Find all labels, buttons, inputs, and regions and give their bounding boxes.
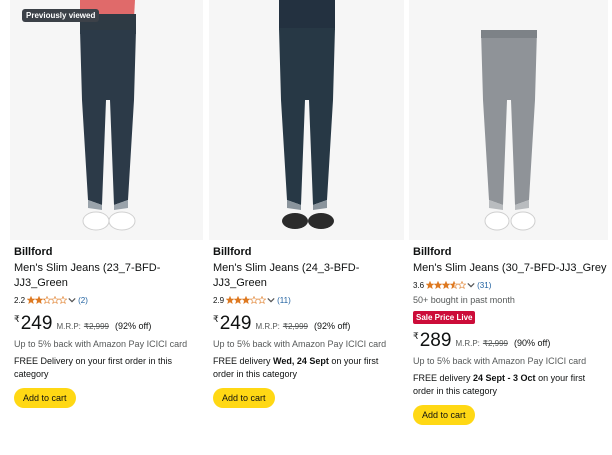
star-rating bbox=[27, 296, 68, 304]
star-icon bbox=[458, 281, 467, 289]
bought-count: 50+ bought in past month bbox=[413, 295, 515, 305]
delivery-date: Wed, 24 Sept bbox=[273, 356, 329, 366]
add-to-cart-button[interactable]: Add to cart bbox=[213, 388, 275, 408]
currency-symbol: ₹ bbox=[14, 314, 20, 324]
mrp-label: M.R.P: bbox=[455, 339, 480, 348]
currency-symbol: ₹ bbox=[213, 314, 219, 324]
star-icon bbox=[426, 281, 435, 289]
delivery-prefix: FREE delivery bbox=[213, 356, 274, 366]
star-icon bbox=[234, 296, 243, 304]
chevron-down-icon[interactable] bbox=[467, 281, 475, 289]
delivery-text: FREE Delivery on your first order in thi… bbox=[14, 355, 189, 381]
product-title[interactable]: Men's Slim Jeans (23_7-BFD- JJ3_Green bbox=[14, 261, 205, 291]
product-image[interactable]: Previously viewed bbox=[10, 0, 203, 240]
mrp-label: M.R.P: bbox=[56, 322, 81, 331]
star-icon bbox=[59, 296, 68, 304]
mrp-value: ₹2,999 bbox=[482, 339, 508, 348]
jeans-image bbox=[10, 0, 203, 240]
star-rating bbox=[226, 296, 267, 304]
star-icon bbox=[258, 296, 267, 304]
price: 249 bbox=[219, 313, 252, 334]
star-icon bbox=[434, 281, 443, 289]
product-title-line[interactable]: Men's Slim Jeans (23_7-BFD- bbox=[14, 261, 205, 276]
star-rating bbox=[426, 281, 467, 289]
star-icon bbox=[35, 296, 44, 304]
star-icon bbox=[450, 281, 459, 289]
product-image[interactable] bbox=[409, 0, 608, 240]
product-title-line[interactable]: Men's Slim Jeans (24_3-BFD- bbox=[213, 261, 404, 276]
rating-row[interactable]: 2.9 (11) bbox=[213, 294, 404, 306]
product-title[interactable]: Men's Slim Jeans (30_7-BFD-JJ3_Grey bbox=[413, 261, 610, 276]
mrp-label: M.R.P: bbox=[255, 322, 280, 331]
rating-row[interactable]: 2.2 (2) bbox=[14, 294, 205, 306]
delivery-text: FREE delivery Wed, 24 Sept on your first… bbox=[213, 355, 388, 381]
review-count[interactable]: (11) bbox=[277, 296, 291, 305]
jeans-image bbox=[209, 0, 404, 240]
chevron-down-icon[interactable] bbox=[68, 296, 76, 304]
cashback-text: Up to 5% back with Amazon Pay ICICI card bbox=[213, 339, 387, 349]
star-icon bbox=[43, 296, 52, 304]
star-icon bbox=[51, 296, 60, 304]
discount: (92% off) bbox=[115, 321, 152, 331]
product-card[interactable]: Previously viewed Billford Men's Slim Je… bbox=[10, 0, 205, 455]
star-icon bbox=[242, 296, 251, 304]
product-image[interactable] bbox=[209, 0, 404, 240]
delivery-prefix: FREE delivery bbox=[413, 373, 474, 383]
star-icon bbox=[250, 296, 259, 304]
cashback-text: Up to 5% back with Amazon Pay ICICI card bbox=[413, 356, 587, 366]
rating-value: 2.9 bbox=[213, 295, 225, 305]
cashback-text: Up to 5% back with Amazon Pay ICICI card bbox=[14, 339, 188, 349]
rating-row[interactable]: 3.6 (31) bbox=[413, 279, 610, 291]
brand-name: Billford bbox=[14, 246, 53, 258]
price: 249 bbox=[20, 313, 53, 334]
mrp-value: ₹2,999 bbox=[83, 322, 109, 331]
currency-symbol: ₹ bbox=[413, 331, 419, 341]
mrp-value: ₹2,999 bbox=[282, 322, 308, 331]
star-icon bbox=[442, 281, 451, 289]
product-title-line[interactable]: JJ3_Green bbox=[213, 276, 404, 291]
price-row: ₹ 289 M.R.P: ₹2,999 (90% off) bbox=[413, 331, 610, 351]
previously-viewed-badge: Previously viewed bbox=[22, 9, 100, 22]
star-icon bbox=[27, 296, 36, 304]
delivery-date: 24 Sept - 3 Oct bbox=[473, 373, 536, 383]
product-title-line[interactable]: JJ3_Green bbox=[14, 276, 205, 291]
brand-name: Billford bbox=[413, 246, 452, 258]
brand-name: Billford bbox=[213, 246, 252, 258]
product-title-line[interactable]: Men's Slim Jeans (30_7-BFD-JJ3_Grey bbox=[413, 261, 610, 276]
add-to-cart-button[interactable]: Add to cart bbox=[14, 388, 76, 408]
jeans-image bbox=[409, 0, 608, 240]
price-row: ₹ 249 M.R.P: ₹2,999 (92% off) bbox=[213, 314, 404, 334]
rating-value: 2.2 bbox=[14, 295, 26, 305]
discount: (90% off) bbox=[514, 338, 551, 348]
product-card[interactable]: Billford Men's Slim Jeans (24_3-BFD- JJ3… bbox=[209, 0, 404, 455]
delivery-prefix: FREE Delivery on your first order in thi… bbox=[14, 356, 173, 379]
product-title[interactable]: Men's Slim Jeans (24_3-BFD- JJ3_Green bbox=[213, 261, 404, 291]
product-grid: Previously viewed Billford Men's Slim Je… bbox=[0, 0, 612, 455]
price-row: ₹ 249 M.R.P: ₹2,999 (92% off) bbox=[14, 314, 205, 334]
deal-badge: Sale Price Live bbox=[413, 311, 476, 324]
discount: (92% off) bbox=[314, 321, 351, 331]
add-to-cart-button[interactable]: Add to cart bbox=[413, 405, 475, 425]
star-icon bbox=[226, 296, 235, 304]
review-count[interactable]: (2) bbox=[78, 296, 88, 305]
price: 289 bbox=[419, 330, 452, 351]
rating-value: 3.6 bbox=[413, 280, 425, 290]
delivery-text: FREE delivery 24 Sept - 3 Oct on your fi… bbox=[413, 372, 588, 398]
product-card[interactable]: Billford Men's Slim Jeans (30_7-BFD-JJ3_… bbox=[409, 0, 610, 455]
review-count[interactable]: (31) bbox=[477, 281, 491, 290]
chevron-down-icon[interactable] bbox=[267, 296, 275, 304]
